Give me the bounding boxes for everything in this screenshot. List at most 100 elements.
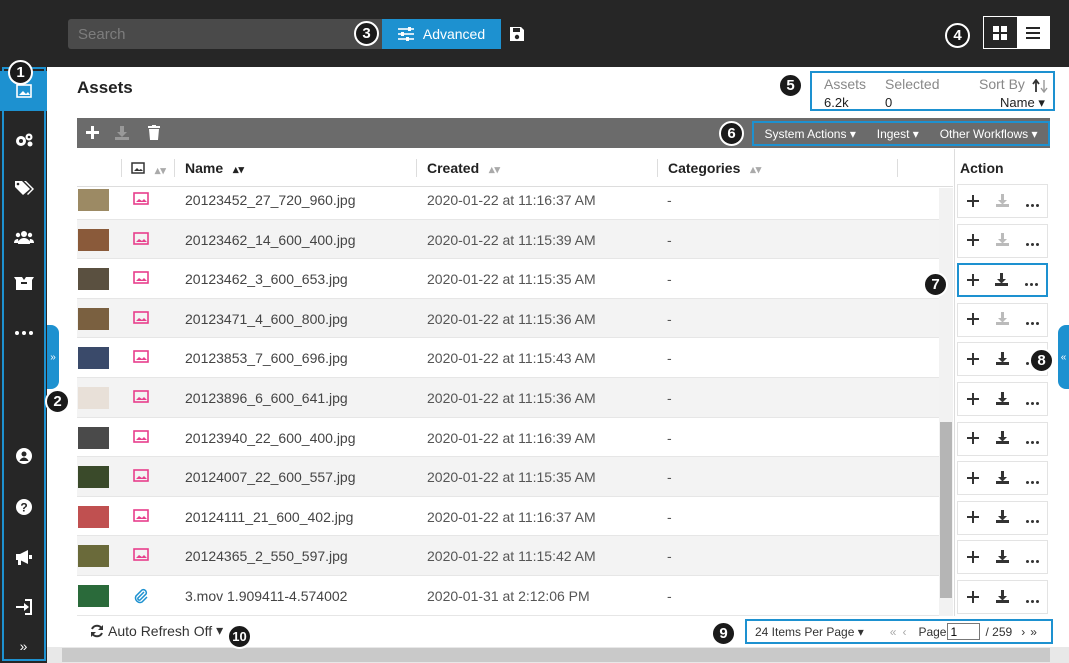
download-icon[interactable] (995, 349, 1009, 370)
categories-column-header[interactable]: Categories ▴▾ (668, 160, 761, 176)
vertical-scrollbar-thumb[interactable] (940, 422, 952, 598)
table-row[interactable]: 20123452_27_720_960.jpg 2020-01-22 at 11:… (77, 188, 939, 220)
asset-thumbnail[interactable] (78, 505, 109, 528)
more-icon[interactable] (1025, 468, 1039, 489)
last-page-button[interactable]: » (1030, 625, 1037, 639)
caret-down-icon: ▾ (1038, 95, 1045, 110)
items-per-page-select[interactable]: 24 Items Per Page ▾ (755, 625, 864, 639)
asset-thumbnail[interactable] (78, 466, 109, 489)
add-icon[interactable] (966, 468, 979, 489)
asset-name[interactable]: 20123940_22_600_400.jpg (185, 430, 356, 446)
asset-name[interactable]: 20124007_22_600_557.jpg (185, 469, 356, 485)
table-row[interactable]: 3.mov 1.909411-4.574002 2020-01-31 at 2:1… (77, 576, 939, 616)
asset-thumbnail[interactable] (78, 268, 109, 291)
add-icon[interactable] (966, 547, 979, 568)
download-icon[interactable] (995, 270, 1009, 291)
more-icon[interactable] (1025, 547, 1039, 568)
more-icon[interactable] (1025, 507, 1039, 528)
more-icon[interactable] (1025, 309, 1039, 330)
add-icon[interactable] (966, 428, 979, 449)
more-icon[interactable] (1025, 191, 1039, 212)
asset-thumbnail[interactable] (78, 228, 109, 251)
asset-thumbnail[interactable] (78, 307, 109, 330)
download-icon[interactable] (995, 230, 1009, 251)
asset-thumbnail[interactable] (78, 347, 109, 370)
other-workflows-dropdown[interactable]: Other Workflows ▾ (940, 127, 1038, 141)
asset-name[interactable]: 20123896_6_600_641.jpg (185, 390, 348, 406)
add-icon[interactable] (86, 126, 99, 139)
asset-name[interactable]: 20123471_4_600_800.jpg (185, 311, 348, 327)
more-icon[interactable] (1025, 587, 1039, 608)
search-input[interactable] (68, 19, 382, 49)
auto-refresh-control[interactable]: Auto Refresh Off ▾ (90, 622, 223, 639)
next-page-button[interactable]: › (1021, 625, 1025, 639)
asset-thumbnail[interactable] (78, 545, 109, 568)
more-icon[interactable] (1025, 428, 1039, 449)
table-row[interactable]: 20123940_22_600_400.jpg 2020-01-22 at 11:… (77, 418, 939, 458)
system-actions-dropdown[interactable]: System Actions ▾ (764, 127, 855, 141)
created-column-header[interactable]: Created ▴▾ (427, 160, 500, 176)
floppy-disk-icon[interactable] (508, 25, 526, 43)
table-row[interactable]: 20124365_2_550_597.jpg 2020-01-22 at 11:1… (77, 536, 939, 576)
table-row[interactable]: 20124111_21_600_402.jpg 2020-01-22 at 11:… (77, 497, 939, 537)
asset-name[interactable]: 20123452_27_720_960.jpg (185, 192, 356, 208)
table-row[interactable]: 20123462_14_600_400.jpg 2020-01-22 at 11:… (77, 219, 939, 260)
download-icon[interactable] (995, 587, 1009, 608)
add-icon[interactable] (966, 587, 979, 608)
download-icon[interactable] (995, 428, 1009, 449)
type-column-header[interactable]: ▴▾ (131, 161, 166, 177)
sort-direction-icon[interactable] (1032, 79, 1048, 93)
asset-categories: - (667, 548, 672, 565)
horizontal-scrollbar-thumb[interactable] (62, 648, 1050, 662)
add-icon[interactable] (966, 507, 979, 528)
add-icon[interactable] (966, 309, 979, 330)
name-column-header[interactable]: Name ▴▾ (185, 160, 244, 176)
ingest-dropdown[interactable]: Ingest ▾ (877, 127, 919, 141)
sidebar-expand-handle[interactable]: » (47, 325, 59, 389)
table-row[interactable]: 20123462_3_600_653.jpg 2020-01-22 at 11:1… (77, 259, 939, 299)
table-row[interactable]: 20123853_7_600_696.jpg 2020-01-22 at 11:1… (77, 338, 939, 378)
download-icon[interactable] (995, 468, 1009, 489)
asset-thumbnail[interactable] (78, 585, 109, 607)
asset-name[interactable]: 20123462_3_600_653.jpg (185, 271, 348, 287)
more-icon[interactable] (1024, 270, 1038, 291)
asset-thumbnail[interactable] (78, 387, 109, 409)
right-panel-expand-handle[interactable]: « (1058, 325, 1069, 389)
download-icon[interactable] (995, 547, 1009, 568)
advanced-search-button[interactable]: Advanced (382, 19, 501, 49)
more-icon[interactable] (1025, 389, 1039, 410)
download-icon[interactable] (995, 507, 1009, 528)
table-row[interactable]: 20124007_22_600_557.jpg 2020-01-22 at 11:… (77, 457, 939, 497)
table-row[interactable]: 20123896_6_600_641.jpg 2020-01-22 at 11:1… (77, 378, 939, 418)
sort-by-select[interactable]: Name ▾ (1000, 95, 1045, 111)
download-icon[interactable] (115, 126, 129, 140)
caret-down-icon: ▾ (1031, 126, 1038, 141)
add-icon[interactable] (966, 230, 979, 251)
table-row[interactable]: 20123471_4_600_800.jpg 2020-01-22 at 11:1… (77, 298, 939, 339)
grid-view-button[interactable] (984, 17, 1017, 48)
trash-icon[interactable] (148, 125, 160, 140)
image-icon (133, 429, 149, 446)
asset-name[interactable]: 20124365_2_550_597.jpg (185, 548, 348, 564)
download-icon[interactable] (995, 309, 1009, 330)
asset-name[interactable]: 20124111_21_600_402.jpg (185, 509, 353, 525)
download-icon[interactable] (995, 389, 1009, 410)
download-icon[interactable] (995, 191, 1009, 212)
list-view-button[interactable] (1017, 17, 1050, 48)
asset-thumbnail[interactable] (78, 189, 109, 211)
asset-name[interactable]: 3.mov 1.909411-4.574002 (185, 588, 347, 604)
add-icon[interactable] (967, 270, 980, 291)
add-icon[interactable] (966, 389, 979, 410)
asset-thumbnail[interactable] (78, 426, 109, 449)
asset-name[interactable]: 20123853_7_600_696.jpg (185, 350, 348, 366)
selected-count-value: 0 (885, 95, 893, 110)
asset-name[interactable]: 20123462_14_600_400.jpg (185, 232, 356, 248)
more-icon[interactable] (1025, 230, 1039, 251)
add-icon[interactable] (966, 349, 979, 370)
auto-refresh-value: Off (193, 622, 213, 639)
first-page-button[interactable]: « (890, 625, 897, 639)
page-number-input[interactable] (947, 623, 981, 640)
column-divider (897, 159, 898, 177)
add-icon[interactable] (966, 191, 979, 212)
prev-page-button[interactable]: ‹ (902, 625, 906, 639)
